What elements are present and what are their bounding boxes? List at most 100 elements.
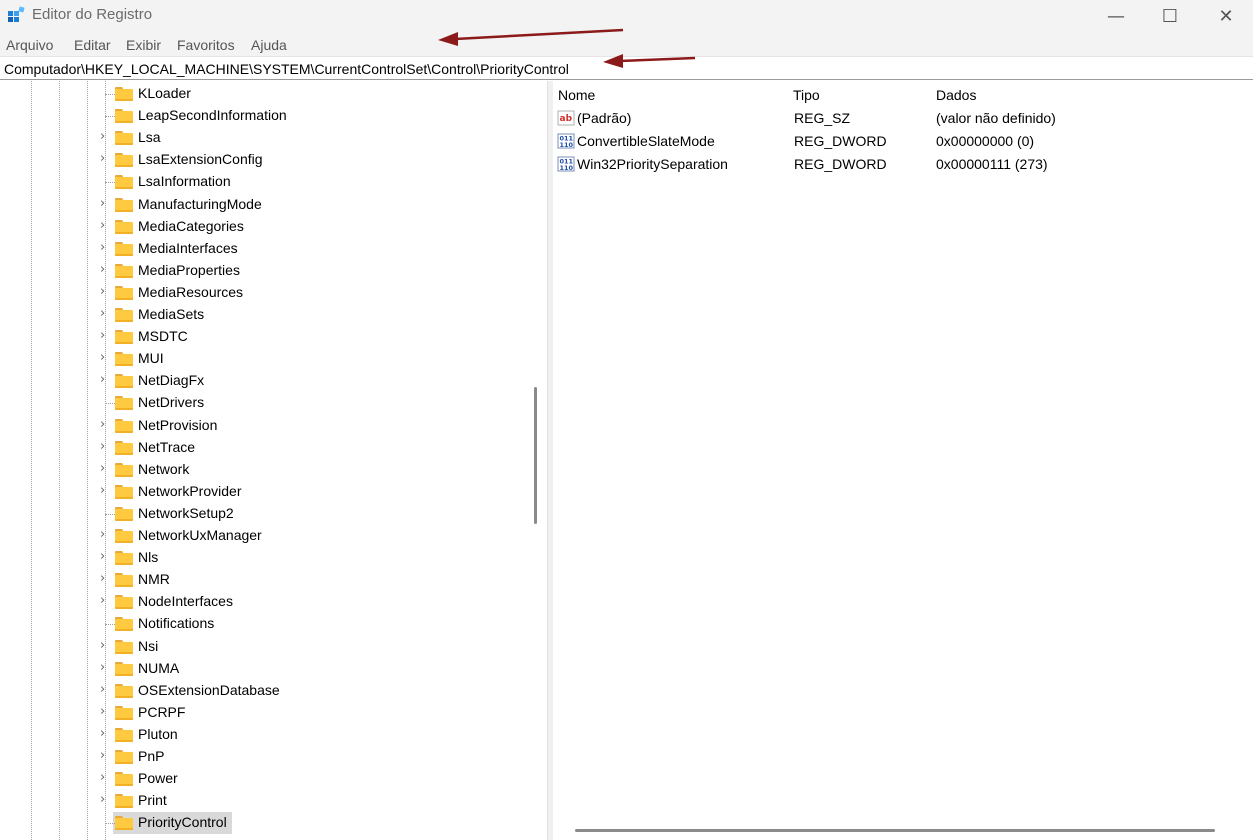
tree-item[interactable]: Notifications (100, 613, 520, 635)
tree-item[interactable]: › MediaProperties (100, 260, 520, 282)
value-type: REG_SZ (794, 110, 851, 126)
tree-item-label: Pluton (138, 725, 178, 742)
tree-item[interactable]: NetDrivers (100, 392, 520, 414)
menu-arquivo[interactable]: Arquivo (6, 37, 53, 53)
column-header-data[interactable]: Dados (936, 87, 976, 103)
tree-item[interactable]: › NetworkProvider (100, 481, 520, 503)
tree-item-label: Print (138, 792, 167, 809)
chevron-right-icon[interactable]: › (100, 571, 112, 589)
tree-item[interactable]: › NUMA (100, 658, 520, 680)
folder-icon (115, 418, 133, 433)
address-bar[interactable]: Computador\HKEY_LOCAL_MACHINE\SYSTEM\Cur… (0, 56, 1253, 80)
chevron-right-icon[interactable]: › (100, 129, 112, 147)
tree-item[interactable]: › PnP (100, 746, 520, 768)
column-header-type[interactable]: Tipo (793, 87, 820, 103)
chevron-right-icon[interactable]: › (100, 660, 112, 678)
chevron-right-icon[interactable]: › (100, 638, 112, 656)
tree-item[interactable]: › Nsi (100, 636, 520, 658)
window-title: Editor do Registro (32, 6, 153, 23)
chevron-right-icon[interactable]: › (100, 461, 112, 479)
tree-item[interactable]: › LsaExtensionConfig (100, 149, 520, 171)
tree-item[interactable]: › NodeInterfaces (100, 591, 520, 613)
tree-item[interactable]: NetworkSetup2 (100, 503, 520, 525)
tree-item[interactable]: › Print (100, 790, 520, 812)
tree-item[interactable]: › Lsa (100, 127, 520, 149)
column-header-name[interactable]: Nome (558, 87, 595, 103)
tree-item[interactable]: › NetTrace (100, 437, 520, 459)
chevron-right-icon[interactable]: › (100, 682, 112, 700)
tree-item[interactable]: › MediaInterfaces (100, 238, 520, 260)
chevron-right-icon[interactable]: › (100, 748, 112, 766)
folder-icon (115, 462, 133, 477)
folder-icon (115, 396, 133, 411)
values-list-pane[interactable]: Nome Tipo Dados ab (Padrão) REG_SZ (valor n… (553, 81, 1253, 840)
tree-item[interactable]: › NetProvision (100, 415, 520, 437)
tree-item[interactable]: › NetworkUxManager (100, 525, 520, 547)
svg-text:ab: ab (560, 114, 573, 124)
value-row[interactable]: 011 110 Win32PrioritySeparation REG_DWORD 0x… (553, 153, 1253, 175)
chevron-right-icon[interactable]: › (100, 704, 112, 722)
chevron-right-icon[interactable]: › (100, 439, 112, 457)
tree-guide-line (87, 81, 88, 840)
chevron-right-icon[interactable]: › (100, 549, 112, 567)
menu-favoritos[interactable]: Favoritos (177, 37, 235, 53)
chevron-right-icon[interactable]: › (100, 726, 112, 744)
menu-ajuda[interactable]: Ajuda (251, 37, 287, 53)
tree-item[interactable]: › ManufacturingMode (100, 194, 520, 216)
chevron-right-icon[interactable]: › (100, 328, 112, 346)
value-row[interactable]: ab (Padrão) REG_SZ (valor não definido) (553, 107, 1253, 129)
tree-item[interactable]: › Nls (100, 547, 520, 569)
chevron-right-icon[interactable]: › (100, 240, 112, 258)
tree-item[interactable]: LeapSecondInformation (100, 105, 520, 127)
chevron-right-icon[interactable]: › (100, 218, 112, 236)
chevron-right-icon[interactable]: › (100, 417, 112, 435)
tree-item[interactable]: › Pluton (100, 724, 520, 746)
tree-scrollbar[interactable] (534, 387, 537, 524)
tree-item[interactable]: › MediaCategories (100, 216, 520, 238)
folder-icon (115, 617, 133, 632)
tree-item-label: OSExtensionDatabase (138, 681, 280, 698)
chevron-right-icon[interactable]: › (100, 151, 112, 169)
chevron-right-icon[interactable]: › (100, 372, 112, 390)
tree-item[interactable]: › Power (100, 768, 520, 790)
menu-editar[interactable]: Editar (74, 37, 111, 53)
chevron-right-icon[interactable]: › (100, 196, 112, 214)
tree-item[interactable]: › MUI (100, 348, 520, 370)
tree-item[interactable]: › MSDTC (100, 326, 520, 348)
chevron-right-icon[interactable]: › (100, 792, 112, 810)
chevron-right-icon[interactable]: › (100, 350, 112, 368)
tree-item[interactable]: KLoader (100, 83, 520, 105)
chevron-right-icon[interactable]: › (100, 483, 112, 501)
maximize-button[interactable]: ☐ (1142, 0, 1198, 32)
tree-item[interactable]: LsaInformation (100, 171, 520, 193)
tree-item[interactable]: PriorityControl (100, 812, 520, 835)
value-row[interactable]: 011 110 ConvertibleSlateMode REG_DWORD 0x000… (553, 130, 1253, 152)
chevron-right-icon[interactable]: › (100, 306, 112, 324)
tree-item-label: ManufacturingMode (138, 195, 262, 212)
chevron-right-icon[interactable]: › (100, 284, 112, 302)
chevron-right-icon[interactable]: › (100, 262, 112, 280)
tree-item[interactable]: › PCRPF (100, 702, 520, 724)
tree-connector-line (105, 823, 115, 825)
tree-item[interactable]: › NMR (100, 569, 520, 591)
close-icon: ✕ (1218, 5, 1234, 27)
tree-item[interactable]: › NetDiagFx (100, 370, 520, 392)
title-bar: Editor do Registro — ☐ ✕ (0, 0, 1253, 32)
tree-item[interactable]: › Network (100, 459, 520, 481)
minimize-button[interactable]: — (1088, 0, 1144, 32)
chevron-right-icon[interactable]: › (100, 770, 112, 788)
close-button[interactable]: ✕ (1198, 0, 1253, 32)
tree-item-label: NetProvision (138, 416, 218, 433)
menu-exibir[interactable]: Exibir (126, 37, 161, 53)
tree-item[interactable]: › MediaSets (100, 304, 520, 326)
values-horizontal-scrollbar[interactable] (575, 829, 1215, 832)
tree-item[interactable]: › MediaResources (100, 282, 520, 304)
tree-item[interactable]: › OSExtensionDatabase (100, 680, 520, 702)
chevron-right-icon[interactable]: › (100, 527, 112, 545)
tree-item-label: MediaProperties (138, 261, 240, 278)
folder-icon (115, 131, 133, 146)
address-path[interactable]: Computador\HKEY_LOCAL_MACHINE\SYSTEM\Cur… (4, 61, 569, 77)
tree-item-label: NetDiagFx (138, 372, 205, 389)
chevron-right-icon[interactable]: › (100, 593, 112, 611)
key-tree-pane[interactable]: KLoader LeapSecondInformation › Lsa › LsaExte… (0, 81, 547, 840)
